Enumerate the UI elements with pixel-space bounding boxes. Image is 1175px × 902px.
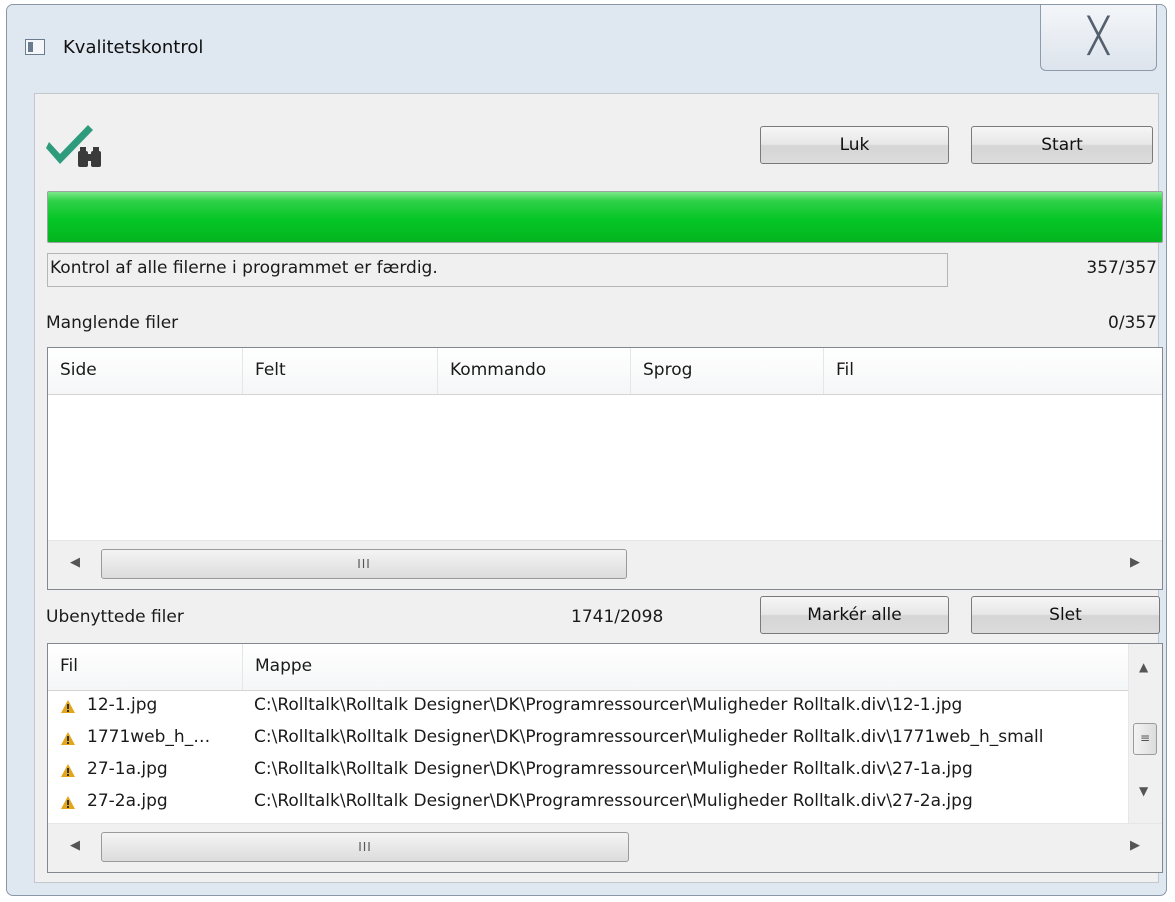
row-file-name: 12-1.jpg (87, 695, 158, 715)
progress-fill (48, 192, 1162, 242)
warning-icon (61, 764, 75, 777)
scroll-up-arrow-icon[interactable]: ▲ (1139, 660, 1148, 674)
column-fil[interactable]: Fil (824, 348, 1162, 394)
close-x-icon: ╳ (1088, 16, 1109, 56)
select-all-button[interactable]: Markér alle (760, 596, 949, 634)
missing-files-title: Manglende filer (46, 313, 179, 333)
binoculars-icon (78, 147, 101, 167)
dialog-content: Luk Start Kontrol af alle filerne i prog… (34, 93, 1163, 883)
column-fil[interactable]: Fil (48, 644, 243, 690)
status-message: Kontrol af alle filerne i programmet er … (47, 253, 948, 287)
unused-horizontal-scrollbar[interactable]: ◀ III ▶ (48, 823, 1162, 872)
scroll-down-arrow-icon[interactable]: ▼ (1139, 784, 1148, 798)
unused-rows: 12-1.jpg C:\Rolltalk\Rolltalk Designer\D… (48, 691, 1129, 819)
progress-bar (47, 191, 1163, 243)
scroll-thumb[interactable]: III (101, 832, 629, 862)
warning-icon (61, 796, 75, 809)
list-item[interactable]: 27-1a.jpg C:\Rolltalk\Rolltalk Designer\… (48, 755, 1129, 787)
unused-files-list[interactable]: Fil Mappe 12-1.jpg C:\Rolltalk\Rolltalk … (47, 643, 1163, 873)
start-button[interactable]: Start (971, 126, 1153, 164)
row-file-name: 1771web_h_… (87, 727, 211, 747)
row-folder-path: C:\Rolltalk\Rolltalk Designer\DK\Program… (254, 759, 973, 779)
unused-files-count: 1741/2098 (571, 607, 664, 627)
scroll-right-arrow-icon[interactable]: ▶ (1130, 555, 1140, 570)
column-felt[interactable]: Felt (243, 348, 438, 394)
column-side[interactable]: Side (48, 348, 243, 394)
unused-list-header: Fil Mappe (48, 644, 1129, 691)
unused-vertical-scrollbar[interactable]: ▲ ≡ ▼ (1128, 644, 1162, 824)
list-item[interactable]: 27-2a.jpg C:\Rolltalk\Rolltalk Designer\… (48, 787, 1129, 819)
list-item[interactable]: 12-1.jpg C:\Rolltalk\Rolltalk Designer\D… (48, 691, 1129, 723)
scroll-left-arrow-icon[interactable]: ◀ (70, 555, 80, 570)
row-folder-path: C:\Rolltalk\Rolltalk Designer\DK\Program… (254, 727, 1044, 747)
check-binoculars-icon (46, 125, 101, 167)
column-mappe[interactable]: Mappe (243, 644, 1131, 690)
delete-button[interactable]: Slet (971, 596, 1160, 634)
missing-files-count: 0/357 (1108, 313, 1157, 333)
title-bar[interactable]: Kvalitetskontrol ╳ (7, 5, 1166, 93)
window-title: Kvalitetskontrol (63, 37, 204, 58)
row-file-name: 27-1a.jpg (87, 759, 168, 779)
window-icon (25, 39, 45, 55)
scroll-left-arrow-icon[interactable]: ◀ (70, 838, 80, 853)
column-sprog[interactable]: Sprog (631, 348, 824, 394)
warning-icon (61, 732, 75, 745)
close-button[interactable]: Luk (760, 126, 949, 164)
missing-horizontal-scrollbar[interactable]: ◀ III ▶ (48, 540, 1162, 589)
missing-list-header: Side Felt Kommando Sprog Fil (48, 348, 1162, 395)
warning-icon (61, 700, 75, 713)
scroll-thumb[interactable]: III (101, 549, 627, 579)
dialog-window: Kvalitetskontrol ╳ Luk Start Kontrol af … (6, 4, 1167, 896)
scroll-thumb[interactable]: ≡ (1133, 723, 1157, 755)
list-item[interactable]: 1771web_h_… C:\Rolltalk\Rolltalk Designe… (48, 723, 1129, 755)
window-close-button[interactable]: ╳ (1040, 5, 1157, 71)
row-file-name: 27-2a.jpg (87, 791, 168, 811)
column-kommando[interactable]: Kommando (438, 348, 631, 394)
row-folder-path: C:\Rolltalk\Rolltalk Designer\DK\Program… (254, 791, 973, 811)
missing-files-list[interactable]: Side Felt Kommando Sprog Fil ◀ III ▶ (47, 347, 1163, 590)
status-count: 357/357 (1086, 258, 1157, 278)
scroll-right-arrow-icon[interactable]: ▶ (1130, 838, 1140, 853)
unused-files-title: Ubenyttede filer (46, 607, 184, 627)
row-folder-path: C:\Rolltalk\Rolltalk Designer\DK\Program… (254, 695, 963, 715)
